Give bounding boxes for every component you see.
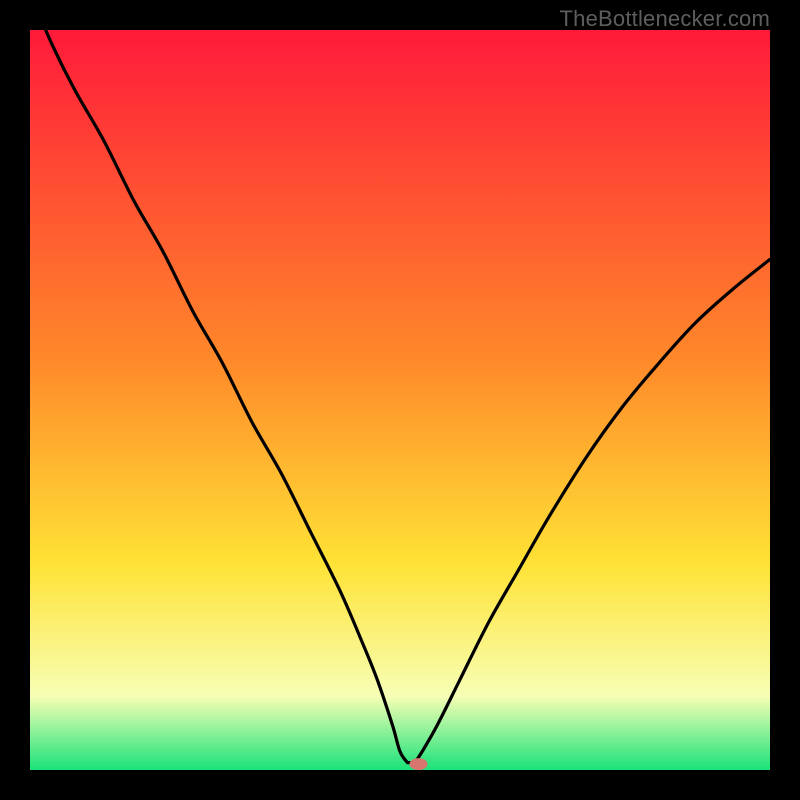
plot-area xyxy=(30,30,770,770)
watermark-text: TheBottlenecker.com xyxy=(560,6,770,32)
chart-frame: TheBottlenecker.com xyxy=(0,0,800,800)
bottleneck-chart xyxy=(30,30,770,770)
optimum-marker xyxy=(410,758,428,770)
gradient-background xyxy=(30,30,770,770)
